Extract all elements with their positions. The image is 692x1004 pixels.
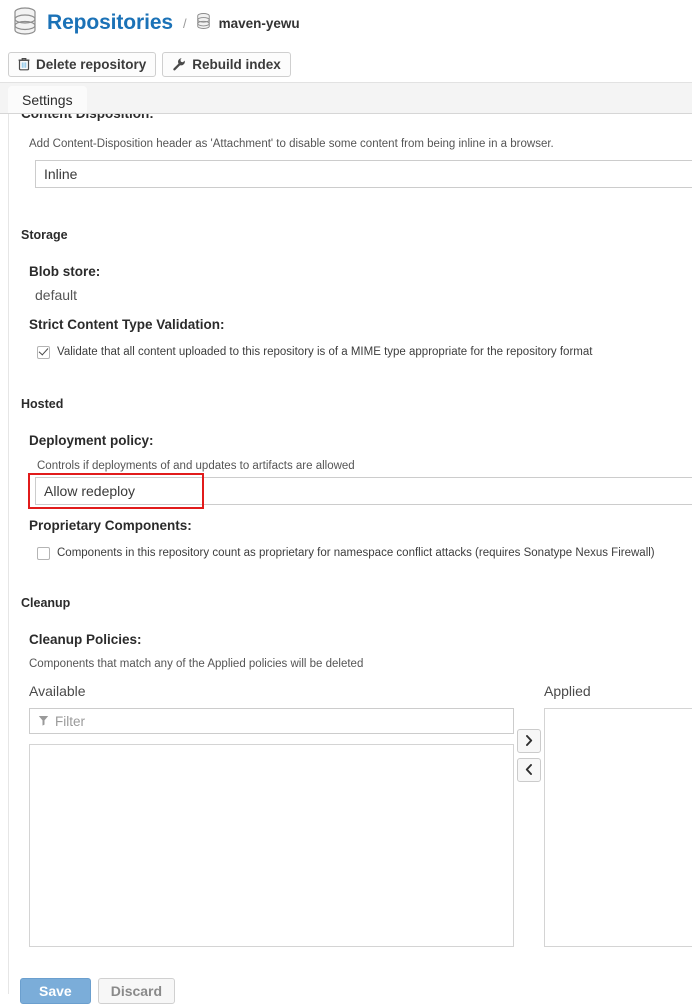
available-list[interactable] [29,744,514,948]
save-button[interactable]: Save [20,978,91,1004]
discard-button-label: Discard [110,983,163,999]
deployment-policy-value: Allow redeploy [44,482,136,499]
proprietary-components-checkbox-label: Components in this repository count as p… [57,546,655,559]
funnel-icon [38,714,49,729]
move-right-button[interactable] [517,729,541,754]
blob-store-label: Blob store: [29,264,101,280]
deployment-policy-help: Controls if deployments of and updates t… [37,460,355,473]
tab-bar: Settings [0,82,692,114]
applied-list[interactable] [544,708,692,948]
proprietary-components-label: Proprietary Components: [29,517,192,533]
rebuild-index-label: Rebuild index [192,56,281,72]
wrench-icon [172,57,186,71]
proprietary-components-checkbox[interactable] [37,546,50,560]
move-left-button[interactable] [517,758,541,783]
cleanup-section-title: Cleanup [21,595,71,610]
form-footer: Save Discard [20,978,176,1004]
tab-settings-label: Settings [22,91,73,108]
applied-column-header: Applied [544,683,591,700]
breadcrumb-root-label[interactable]: Repositories [47,11,173,35]
content-disposition-help: Add Content-Disposition header as 'Attac… [29,138,554,150]
hosted-section-title: Hosted [21,397,64,412]
filter-placeholder-text: Filter [55,713,85,729]
deployment-policy-label: Deployment policy: [29,433,154,449]
save-button-label: Save [39,983,72,999]
trash-icon [18,57,30,71]
database-icon [12,6,38,41]
content-disposition-label: Content Disposition: [21,114,154,121]
blob-store-value: default [35,287,78,304]
filter-input[interactable]: Filter [29,708,514,735]
database-icon [196,12,211,35]
cleanup-transfer: Available Applied Filter [9,683,692,963]
chevron-left-icon [525,763,533,778]
settings-form: Content Disposition: Add Content-Disposi… [8,114,692,994]
strict-content-type-checkbox[interactable] [37,346,50,360]
breadcrumb-separator: / [183,15,187,31]
content-disposition-input[interactable]: Inline [35,160,692,189]
cleanup-policies-label: Cleanup Policies: [29,631,142,647]
delete-repository-label: Delete repository [36,56,147,72]
proprietary-components-row: Components in this repository count as p… [37,546,692,560]
repository-settings-page: Repositories / maven-yewu Delete reposit… [0,0,692,1004]
content-disposition-label-clip: Content Disposition: [9,114,692,128]
storage-section-title: Storage [21,228,68,243]
content-disposition-value: Inline [44,166,78,183]
strict-content-type-label: Strict Content Type Validation: [29,317,225,333]
tab-settings[interactable]: Settings [8,86,87,113]
toolbar: Delete repository Rebuild index [0,46,692,82]
deployment-policy-select[interactable]: Allow redeploy [35,476,692,505]
strict-content-type-row: Validate that all content uploaded to th… [37,346,692,360]
strict-content-type-checkbox-label: Validate that all content uploaded to th… [57,346,593,359]
rebuild-index-button[interactable]: Rebuild index [162,51,291,77]
delete-repository-button[interactable]: Delete repository [8,51,157,77]
discard-button[interactable]: Discard [97,978,176,1004]
chevron-right-icon [525,734,533,749]
cleanup-policies-help: Components that match any of the Applied… [29,657,364,670]
available-column-header: Available [29,683,86,700]
breadcrumb: Repositories / maven-yewu [0,0,692,46]
breadcrumb-current-label: maven-yewu [218,15,300,31]
